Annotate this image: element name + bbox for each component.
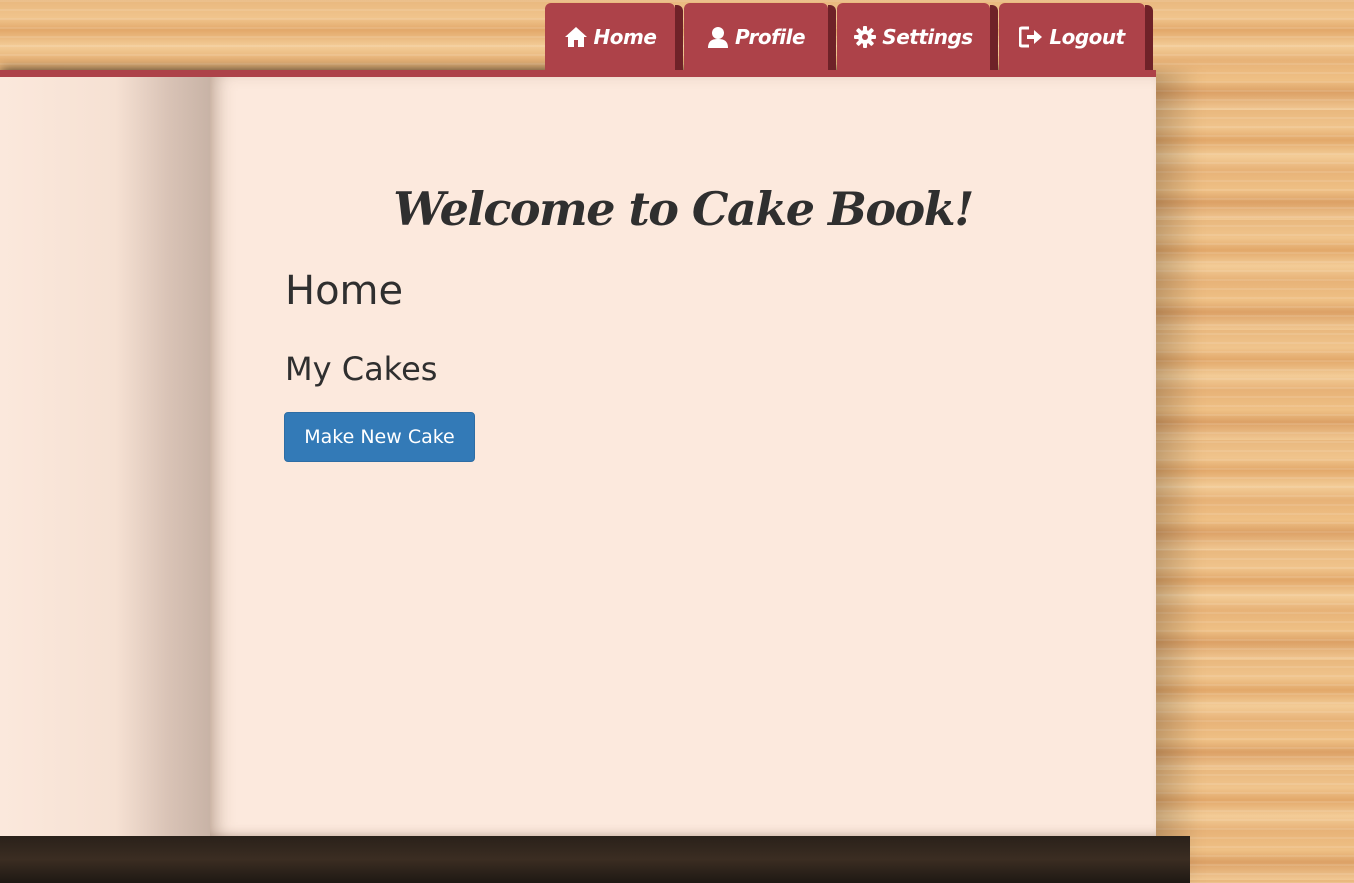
tab-home[interactable]: Home xyxy=(545,3,683,70)
page-title: Home xyxy=(285,268,404,314)
book-top-strip xyxy=(0,70,1156,77)
logout-icon xyxy=(1019,26,1043,48)
home-icon xyxy=(564,26,588,48)
tab-settings[interactable]: Settings xyxy=(837,3,998,70)
section-title-my-cakes: My Cakes xyxy=(285,350,438,388)
tab-settings-label: Settings xyxy=(882,24,973,49)
tab-home-label: Home xyxy=(593,24,657,49)
tab-profile[interactable]: Profile xyxy=(684,3,836,70)
top-nav: Home Profile Settings Logout xyxy=(545,3,1153,70)
gear-icon xyxy=(854,25,877,48)
left-page xyxy=(0,77,210,836)
table-shadow xyxy=(0,836,1190,883)
user-icon xyxy=(707,26,729,48)
welcome-heading: Welcome to Cake Book! xyxy=(393,182,974,236)
tab-profile-label: Profile xyxy=(734,24,806,49)
tab-logout[interactable]: Logout xyxy=(999,3,1153,70)
make-new-cake-button[interactable]: Make New Cake xyxy=(284,412,475,462)
tab-logout-label: Logout xyxy=(1049,24,1125,49)
